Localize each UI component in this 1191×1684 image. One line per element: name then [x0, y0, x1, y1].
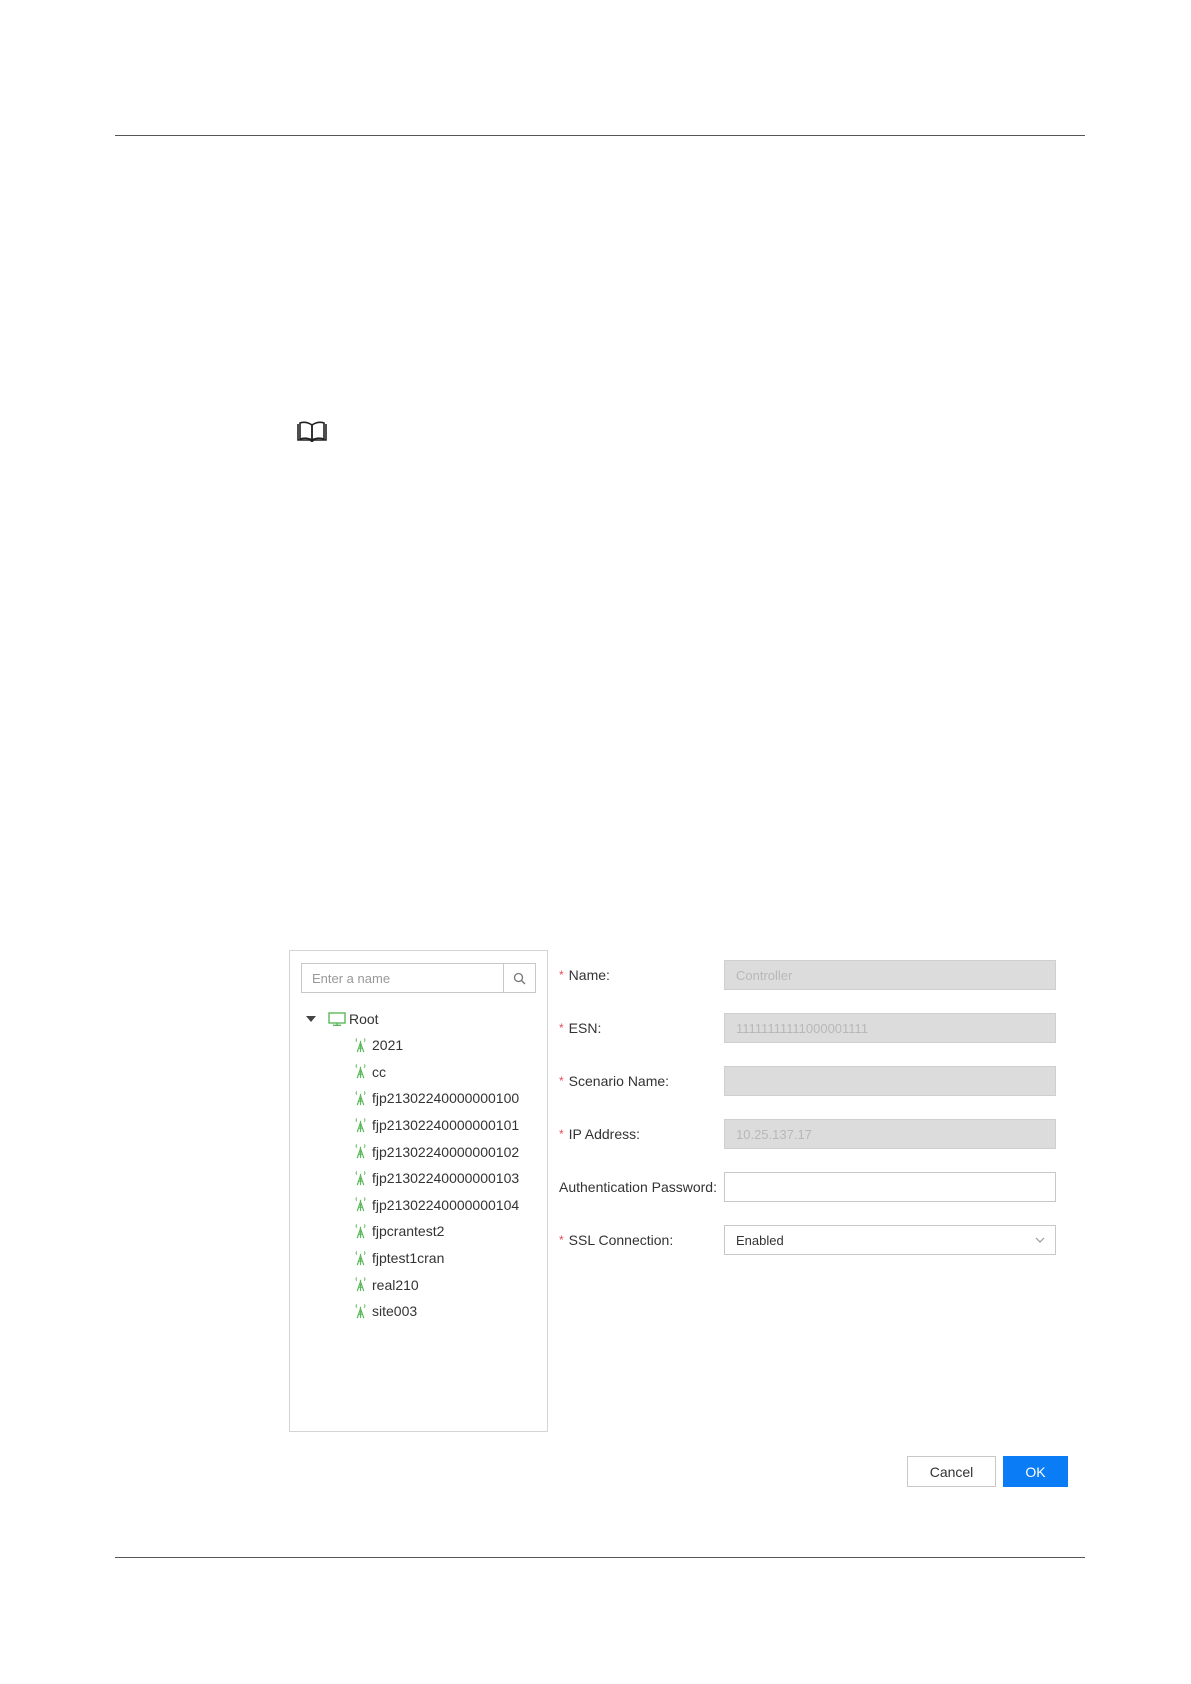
required-mark: * [559, 1127, 564, 1141]
base-station-icon [355, 1117, 366, 1132]
ssl-connection-select[interactable]: Enabled [724, 1225, 1056, 1255]
tree-item-label: fjpcrantest2 [372, 1223, 445, 1240]
scenario-name-field [724, 1066, 1056, 1096]
tree-item[interactable]: cc [354, 1059, 547, 1086]
tree-item[interactable]: fjptest1cran [354, 1245, 547, 1272]
footer-rule [115, 1557, 1085, 1558]
ip-address-label-text: IP Address: [568, 1126, 641, 1142]
tree-item-label: site003 [372, 1303, 418, 1320]
tree-item[interactable]: 2021 [354, 1032, 547, 1059]
esn-field: 11111111111000001111 [724, 1013, 1056, 1043]
tree-item[interactable]: site003 [354, 1298, 547, 1325]
tree-item-label: fjptest1cran [372, 1250, 445, 1267]
tree-item[interactable]: fjp21302240000000101 [354, 1112, 547, 1139]
site-tree: Root 2021 cc fjp21302240000000100 fjp213022… [306, 1006, 547, 1325]
name-row: * Name: Controller [559, 960, 1056, 990]
tree-item[interactable]: fjpcrantest2 [354, 1218, 547, 1245]
required-mark: * [559, 1074, 564, 1088]
auth-password-label: Authentication Password: [559, 1179, 717, 1195]
book-note-icon [297, 421, 327, 443]
header-rule [115, 135, 1085, 136]
tree-search-box [301, 963, 536, 993]
tree-item[interactable]: fjp21302240000000102 [354, 1138, 547, 1165]
tree-item[interactable]: fjp21302240000000100 [354, 1085, 547, 1112]
scenario-name-label-text: Scenario Name: [568, 1073, 670, 1089]
base-station-icon [355, 1277, 366, 1292]
required-mark: * [559, 1233, 564, 1247]
search-icon [513, 972, 526, 984]
tree-node-root[interactable]: Root [306, 1006, 547, 1032]
chevron-down-icon [1035, 1237, 1045, 1243]
search-button[interactable] [503, 964, 535, 992]
name-label: * Name: [559, 967, 724, 983]
esn-label-text: ESN: [568, 1020, 602, 1036]
base-station-icon [355, 1144, 366, 1159]
ssl-connection-label-text: SSL Connection: [568, 1232, 674, 1248]
scenario-name-row: * Scenario Name: [559, 1066, 1056, 1096]
tree-search-input[interactable] [302, 964, 503, 992]
tree-item[interactable]: fjp21302240000000104 [354, 1192, 547, 1219]
ssl-connection-row: * SSL Connection: Enabled [559, 1225, 1056, 1255]
base-station-icon [355, 1170, 366, 1186]
caret-down-icon[interactable] [306, 1016, 316, 1022]
esn-label: * ESN: [559, 1020, 724, 1036]
base-station-icon [355, 1224, 366, 1239]
esn-row: * ESN: 11111111111000001111 [559, 1013, 1056, 1043]
auth-password-input[interactable] [724, 1172, 1056, 1202]
base-station-icon [355, 1064, 366, 1079]
tree-item[interactable]: fjp21302240000000103 [354, 1165, 547, 1192]
ip-address-label: * IP Address: [559, 1126, 724, 1142]
name-field: Controller [724, 960, 1056, 990]
required-mark: * [559, 968, 564, 982]
tree-item-label: fjp21302240000000102 [372, 1143, 520, 1160]
base-station-icon [355, 1037, 366, 1053]
cancel-button[interactable]: Cancel [907, 1456, 996, 1487]
required-mark: * [559, 1021, 564, 1035]
site-tree-panel: Root 2021 cc fjp21302240000000100 fjp213022… [289, 950, 548, 1432]
tree-item-label: fjp21302240000000103 [372, 1170, 520, 1187]
tree-root-label: Root [349, 1011, 379, 1027]
scenario-name-label: * Scenario Name: [559, 1073, 724, 1089]
base-station-icon [355, 1197, 366, 1212]
tree-item-label: fjp21302240000000101 [372, 1117, 520, 1134]
base-station-icon [355, 1250, 366, 1265]
ip-address-field: 10.25.137.17 [724, 1119, 1056, 1149]
ssl-connection-label: * SSL Connection: [559, 1232, 724, 1248]
base-station-icon [355, 1303, 366, 1318]
base-station-icon [355, 1091, 366, 1106]
tree-item-label: real210 [372, 1276, 419, 1293]
tree-item[interactable]: real210 [354, 1271, 547, 1298]
monitor-icon [328, 1012, 346, 1026]
auth-password-row: Authentication Password: [559, 1172, 1056, 1202]
tree-children: 2021 cc fjp21302240000000100 fjp21302240000… [354, 1032, 547, 1325]
ip-address-row: * IP Address: 10.25.137.17 [559, 1119, 1056, 1149]
tree-item-label: fjp21302240000000100 [372, 1090, 520, 1107]
name-label-text: Name: [568, 967, 610, 983]
tree-item-label: fjp21302240000000104 [372, 1196, 520, 1213]
ok-button[interactable]: OK [1003, 1456, 1068, 1487]
ssl-connection-value: Enabled [736, 1232, 784, 1248]
tree-item-label: 2021 [372, 1037, 404, 1054]
tree-item-label: cc [372, 1063, 386, 1080]
